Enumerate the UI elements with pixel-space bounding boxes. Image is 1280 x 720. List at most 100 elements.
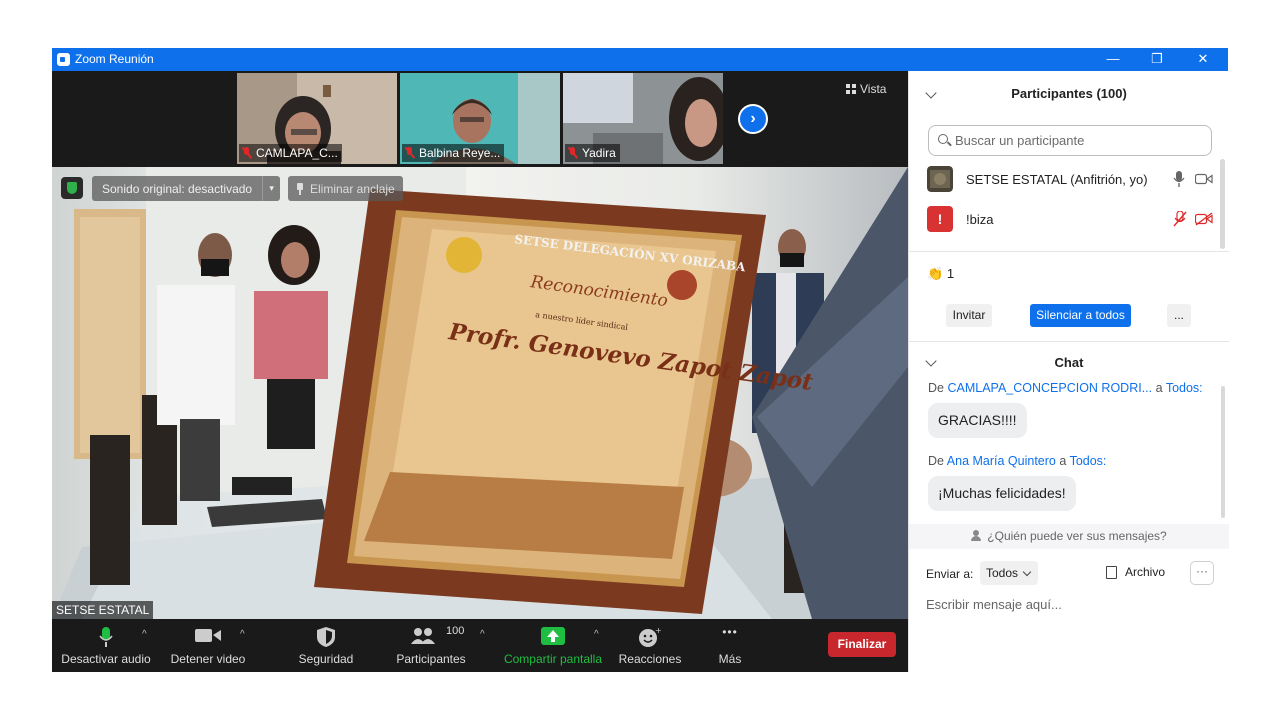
thumbnail-strip: CAMLAPA_C... Balbina Reye... Yadira › Vi… bbox=[52, 71, 908, 167]
chat-sender[interactable]: Ana María Quintero bbox=[947, 454, 1056, 468]
security-button[interactable]: Seguridad bbox=[284, 619, 368, 672]
participants-button[interactable]: 100 Participantes bbox=[388, 619, 474, 672]
participants-scrollbar[interactable] bbox=[1220, 159, 1225, 249]
chat-sender-line: De CAMLAPA_CONCEPCION RODRI... a Todos: bbox=[928, 381, 1203, 395]
stop-video-button[interactable]: Detener video bbox=[164, 619, 252, 672]
mute-audio-label: Desactivar audio bbox=[61, 652, 151, 666]
chat-from-prefix: De bbox=[928, 454, 944, 468]
more-participants-button[interactable]: ... bbox=[1167, 304, 1191, 327]
chat-message-bubble: GRACIAS!!!! bbox=[928, 403, 1027, 438]
restore-button[interactable]: ❐ bbox=[1134, 48, 1180, 71]
zoom-window: Zoom Reunión — ❐ ✕ CAMLAPA_C... Balbina … bbox=[52, 48, 1229, 672]
audio-options-caret-icon[interactable]: ^ bbox=[142, 629, 147, 640]
unpin-label: Eliminar anclaje bbox=[310, 181, 395, 196]
participant-thumbnail[interactable]: CAMLAPA_C... bbox=[237, 73, 397, 164]
microphone-icon[interactable] bbox=[1173, 171, 1185, 187]
divider bbox=[909, 251, 1229, 252]
more-button[interactable]: ••• Más bbox=[706, 619, 754, 672]
speaker-video-scene: SETSE DELEGACIÓN XV ORIZABA Reconocimien… bbox=[52, 167, 908, 619]
share-screen-button[interactable]: Compartir pantalla bbox=[500, 619, 606, 672]
mute-all-button[interactable]: Silenciar a todos bbox=[1030, 304, 1131, 327]
mute-audio-button[interactable]: Desactivar audio bbox=[58, 619, 154, 672]
participant-name: !biza bbox=[966, 211, 994, 227]
meeting-toolbar: Desactivar audio ^ Detener video ^ Segur… bbox=[52, 619, 908, 672]
window-title: Zoom Reunión bbox=[75, 52, 154, 66]
chat-to-word: a bbox=[1155, 381, 1163, 395]
participant-row[interactable]: SETSE ESTATAL (Anfitrión, yo) bbox=[927, 165, 1217, 193]
view-label: Vista bbox=[860, 82, 887, 96]
invite-button[interactable]: Invitar bbox=[946, 304, 992, 327]
participant-name: SETSE ESTATAL (Anfitrión, yo) bbox=[966, 171, 1148, 187]
participant-name-label: Balbina Reye... bbox=[402, 144, 505, 162]
share-screen-label: Compartir pantalla bbox=[503, 652, 603, 666]
chat-title: Chat bbox=[1054, 355, 1084, 370]
visibility-note-text: ¿Quién puede ver sus mensajes? bbox=[987, 529, 1167, 543]
clapping-hands-icon: 👏 bbox=[927, 266, 944, 281]
camera-icon[interactable] bbox=[1195, 173, 1213, 185]
participants-icon bbox=[411, 628, 435, 644]
speaker-name-label: SETSE ESTATAL bbox=[52, 601, 154, 619]
mic-muted-icon bbox=[404, 147, 416, 159]
participants-options-caret-icon[interactable]: ^ bbox=[480, 629, 485, 640]
original-sound-toggle[interactable]: Sonido original: desactivado ▾ bbox=[92, 176, 281, 201]
share-screen-icon bbox=[541, 627, 565, 645]
divider bbox=[909, 341, 1229, 342]
participants-count: 100 bbox=[446, 625, 465, 637]
microphone-icon bbox=[99, 627, 113, 647]
participant-name: CAMLAPA_C... bbox=[256, 146, 338, 160]
search-icon bbox=[938, 134, 948, 144]
raised-hands-count: 👏 1 bbox=[927, 266, 954, 282]
participant-name: Balbina Reye... bbox=[419, 146, 501, 160]
title-bar: Zoom Reunión — ❐ ✕ bbox=[52, 48, 1228, 71]
file-label: Archivo bbox=[1125, 565, 1166, 579]
message-visibility-link[interactable]: ¿Quién puede ver sus mensajes? bbox=[909, 524, 1229, 549]
share-options-caret-icon[interactable]: ^ bbox=[594, 629, 599, 640]
avatar: ! bbox=[927, 206, 953, 232]
video-options-caret-icon[interactable]: ^ bbox=[240, 629, 245, 640]
mic-muted-icon[interactable] bbox=[1173, 211, 1187, 227]
unpin-button[interactable]: Eliminar anclaje bbox=[288, 176, 403, 201]
end-meeting-button[interactable]: Finalizar bbox=[828, 632, 896, 657]
video-area: CAMLAPA_C... Balbina Reye... Yadira › Vi… bbox=[52, 71, 908, 672]
reactions-button[interactable]: + Reacciones bbox=[614, 619, 686, 672]
smiley-icon: + bbox=[639, 627, 661, 647]
file-icon bbox=[1106, 565, 1117, 579]
chat-scrollbar[interactable] bbox=[1221, 386, 1225, 518]
camera-icon bbox=[195, 629, 221, 642]
chat-to-word: a bbox=[1059, 454, 1067, 468]
participant-thumbnail[interactable]: Yadira bbox=[563, 73, 723, 164]
chat-sender[interactable]: CAMLAPA_CONCEPCION RODRI... bbox=[947, 381, 1152, 395]
side-panel: Participantes (100) Buscar un participan… bbox=[908, 71, 1229, 672]
chat-sender-line: De Ana María Quintero a Todos: bbox=[928, 454, 1106, 468]
shield-icon bbox=[317, 627, 335, 647]
more-dots-icon: ••• bbox=[722, 625, 738, 639]
participant-thumbnail[interactable]: Balbina Reye... bbox=[400, 73, 560, 164]
recipient-select[interactable]: Todos bbox=[980, 561, 1038, 585]
next-page-button[interactable]: › bbox=[738, 104, 768, 134]
participant-name-label: Yadira bbox=[565, 144, 620, 162]
chat-recipient[interactable]: Todos: bbox=[1070, 454, 1107, 468]
close-button[interactable]: ✕ bbox=[1180, 48, 1226, 71]
participant-name-label: CAMLAPA_C... bbox=[239, 144, 342, 162]
participants-title: Participantes (100) bbox=[1011, 86, 1127, 101]
chat-recipient[interactable]: Todos: bbox=[1166, 381, 1203, 395]
grid-view-icon bbox=[846, 84, 856, 94]
main-video: SETSE DELEGACIÓN XV ORIZABA Reconocimien… bbox=[52, 167, 908, 619]
participant-row[interactable]: ! !biza bbox=[927, 205, 1217, 233]
participants-label: Participantes bbox=[396, 652, 466, 666]
chevron-down-icon[interactable]: ▾ bbox=[262, 176, 280, 201]
chat-from-prefix: De bbox=[928, 381, 944, 395]
security-label: Seguridad bbox=[298, 652, 354, 666]
send-to-label: Enviar a: bbox=[926, 567, 974, 581]
reactions-label: Reacciones bbox=[618, 652, 682, 666]
file-button[interactable]: Archivo bbox=[1106, 565, 1165, 579]
mic-muted-icon bbox=[241, 147, 253, 159]
pin-icon bbox=[296, 182, 304, 195]
view-button[interactable]: Vista bbox=[846, 82, 886, 96]
minimize-button[interactable]: — bbox=[1090, 48, 1136, 71]
camera-off-icon[interactable] bbox=[1195, 212, 1213, 226]
participant-search-input[interactable]: Buscar un participante bbox=[928, 125, 1212, 156]
chat-message-input[interactable] bbox=[926, 593, 1216, 615]
more-label: Más bbox=[718, 652, 742, 666]
more-chat-options-button[interactable]: ··· bbox=[1190, 561, 1214, 585]
